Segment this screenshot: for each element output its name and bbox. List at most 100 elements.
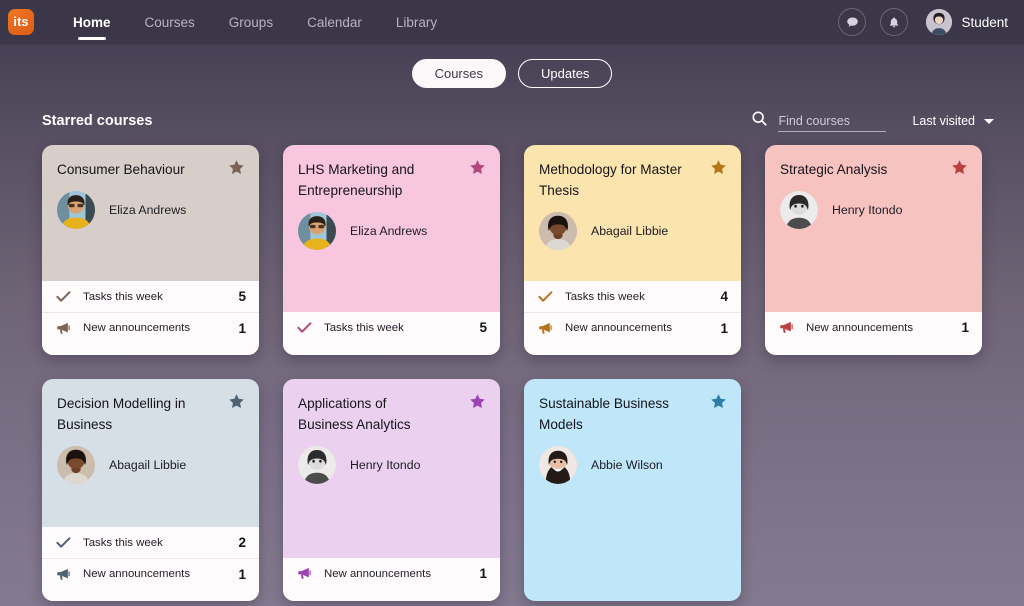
course-card[interactable]: Strategic Analysis Henry Itondo New annou… bbox=[765, 145, 982, 355]
course-card-footer-pad bbox=[524, 343, 741, 355]
course-search bbox=[751, 110, 887, 132]
course-card-body: LHS Marketing and Entrepreneurship Eliza… bbox=[283, 145, 500, 312]
nav-item-courses[interactable]: Courses bbox=[128, 0, 212, 44]
chevron-down-icon bbox=[984, 118, 994, 124]
course-stat-row[interactable]: New announcements 1 bbox=[42, 558, 259, 589]
star-icon[interactable] bbox=[469, 393, 486, 410]
messages-button[interactable] bbox=[838, 8, 867, 36]
megaphone-icon bbox=[55, 567, 71, 582]
section-header: Starred courses Last visited bbox=[0, 88, 1024, 132]
course-stat-label: New announcements bbox=[83, 322, 191, 334]
app-logo[interactable]: its bbox=[8, 9, 34, 35]
course-title: Sustainable Business Models bbox=[539, 396, 669, 433]
course-card[interactable]: Decision Modelling in Business Abagail L… bbox=[42, 379, 259, 601]
user-menu[interactable]: Student bbox=[926, 9, 1008, 35]
search-icon bbox=[751, 110, 768, 132]
course-card-body: Sustainable Business Models Abbie Wilson bbox=[524, 379, 741, 601]
course-stat-row[interactable]: New announcements 1 bbox=[524, 312, 741, 343]
course-card-footer-pad bbox=[42, 589, 259, 601]
course-card[interactable]: LHS Marketing and Entrepreneurship Eliza… bbox=[283, 145, 500, 355]
teacher-name: Eliza Andrews bbox=[350, 224, 428, 239]
course-stat-count: 1 bbox=[479, 566, 487, 581]
avatar bbox=[926, 9, 953, 35]
star-icon[interactable] bbox=[710, 393, 727, 410]
course-stat-label: Tasks this week bbox=[83, 290, 163, 303]
teacher-name: Henry Itondo bbox=[350, 458, 421, 473]
avatar bbox=[298, 212, 336, 251]
star-icon[interactable] bbox=[710, 159, 727, 176]
course-card-body: Decision Modelling in Business Abagail L… bbox=[42, 379, 259, 527]
megaphone-icon bbox=[778, 320, 794, 335]
user-name-label: Student bbox=[961, 14, 1008, 30]
course-card-stats: Tasks this week 5 bbox=[283, 312, 500, 355]
course-stat-count: 5 bbox=[238, 289, 246, 304]
sort-dropdown-label: Last visited bbox=[912, 114, 975, 128]
check-icon bbox=[55, 289, 71, 304]
main-nav: Home Courses Groups Calendar Library bbox=[56, 0, 454, 44]
course-stat-count: 5 bbox=[479, 320, 487, 335]
avatar bbox=[298, 446, 336, 485]
nav-item-groups[interactable]: Groups bbox=[212, 0, 290, 44]
check-icon bbox=[537, 289, 553, 304]
teacher-name: Henry Itondo bbox=[832, 203, 903, 218]
course-title: Decision Modelling in Business bbox=[57, 396, 186, 433]
course-card[interactable]: Sustainable Business Models Abbie Wilson bbox=[524, 379, 741, 601]
course-card[interactable]: Consumer Behaviour Eliza Andrews Tasks th… bbox=[42, 145, 259, 355]
megaphone-icon bbox=[296, 566, 312, 581]
avatar bbox=[57, 446, 95, 485]
course-stat-label: New announcements bbox=[83, 568, 191, 580]
course-card-body: Applications of Business Analytics Henry… bbox=[283, 379, 500, 558]
course-stat-row[interactable]: New announcements 1 bbox=[283, 558, 500, 589]
check-icon bbox=[55, 535, 71, 550]
teacher-name: Abagail Libbie bbox=[109, 458, 187, 473]
course-stat-row[interactable]: Tasks this week 5 bbox=[283, 312, 500, 343]
course-stat-row[interactable]: Tasks this week 2 bbox=[42, 527, 259, 558]
course-card-body: Consumer Behaviour Eliza Andrews bbox=[42, 145, 259, 281]
course-stat-count: 1 bbox=[720, 320, 728, 336]
star-icon[interactable] bbox=[469, 159, 486, 176]
course-card-footer-pad bbox=[283, 589, 500, 601]
star-icon[interactable] bbox=[951, 159, 968, 176]
course-card-footer-pad bbox=[765, 343, 982, 355]
course-stat-row[interactable]: New announcements 1 bbox=[42, 312, 259, 343]
course-teacher: Eliza Andrews bbox=[298, 212, 485, 251]
star-icon[interactable] bbox=[228, 159, 245, 176]
avatar bbox=[539, 446, 577, 485]
course-title: Strategic Analysis bbox=[780, 162, 888, 177]
megaphone-icon bbox=[55, 321, 71, 336]
course-card-stats: New announcements 1 bbox=[283, 558, 500, 601]
course-title: LHS Marketing and Entrepreneurship bbox=[298, 162, 415, 199]
course-card[interactable]: Methodology for Master Thesis Abagail Li… bbox=[524, 145, 741, 355]
course-teacher: Abagail Libbie bbox=[539, 212, 726, 251]
search-input[interactable] bbox=[778, 114, 887, 132]
course-stat-row[interactable]: New announcements 1 bbox=[765, 312, 982, 343]
course-stat-label: New announcements bbox=[324, 567, 432, 580]
course-teacher: Henry Itondo bbox=[780, 191, 967, 230]
check-icon bbox=[296, 320, 312, 335]
tab-updates[interactable]: Updates bbox=[518, 59, 613, 88]
nav-item-library[interactable]: Library bbox=[379, 0, 454, 44]
sort-dropdown[interactable]: Last visited bbox=[912, 114, 994, 128]
course-card[interactable]: Applications of Business Analytics Henry… bbox=[283, 379, 500, 601]
course-card-body: Strategic Analysis Henry Itondo bbox=[765, 145, 982, 312]
course-stat-label: New announcements bbox=[565, 322, 673, 334]
course-stat-row[interactable]: Tasks this week 5 bbox=[42, 281, 259, 312]
course-teacher: Henry Itondo bbox=[298, 446, 485, 485]
star-icon[interactable] bbox=[228, 393, 245, 410]
course-stat-count: 1 bbox=[238, 566, 246, 582]
view-switcher: Courses Updates bbox=[0, 44, 1024, 88]
nav-item-home[interactable]: Home bbox=[56, 0, 128, 44]
course-card-footer-pad bbox=[283, 343, 500, 355]
nav-item-calendar[interactable]: Calendar bbox=[290, 0, 379, 44]
course-card-body: Methodology for Master Thesis Abagail Li… bbox=[524, 145, 741, 281]
course-stat-label: New announcements bbox=[806, 321, 914, 334]
course-card-stats: Tasks this week 4 New announcements 1 bbox=[524, 281, 741, 355]
course-card-stats: Tasks this week 5 New announcements 1 bbox=[42, 281, 259, 355]
course-stat-row[interactable]: Tasks this week 4 bbox=[524, 281, 741, 312]
section-tools: Last visited bbox=[751, 110, 994, 132]
tab-courses[interactable]: Courses bbox=[411, 59, 506, 88]
course-stat-label: Tasks this week bbox=[324, 321, 404, 334]
course-stat-count: 1 bbox=[238, 320, 246, 336]
top-navigation-bar: its HomeCoursesGroupsCalendarLibrary bbox=[0, 0, 1024, 44]
notifications-button[interactable] bbox=[880, 8, 909, 36]
